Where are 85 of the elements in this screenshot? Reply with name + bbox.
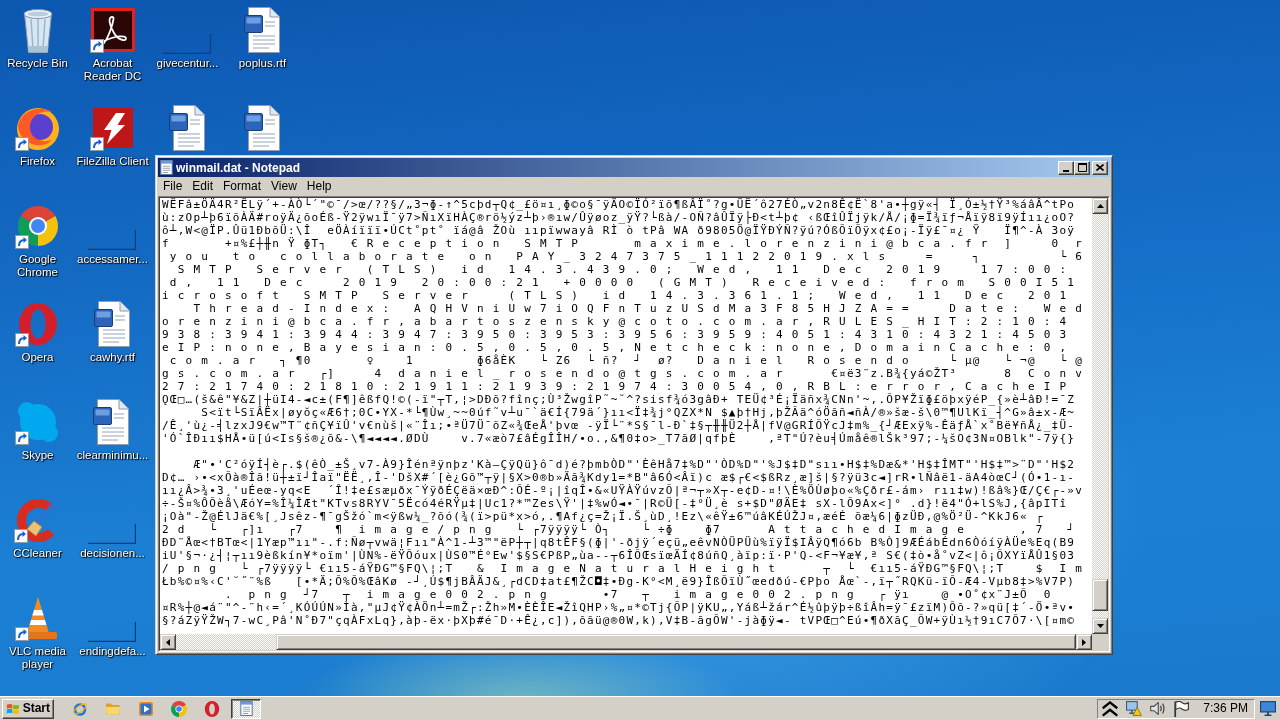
desktop-icon[interactable]: Opera (13, 300, 62, 364)
desktop-icon[interactable]: FileZilla Client (76, 104, 149, 168)
text-line: . p n g ┘7 ┬ i m a g e 0 0 2 . p n g •7 ┬ i m a g e 0 0 2 . p n g ┌ ÿı @ •O˚¢x¨J±Õ 0 (223, 588, 1052, 601)
text-line: g s . c o m . a r ┌] 4 d a n i e l _ r o s e n d o @ t g s . c o m . a r €¤ë3¨z.B¾{yá©ŽT³ 8 C o n v (162, 367, 1084, 380)
desktop-icon[interactable]: VLC media player (0, 594, 75, 671)
ring-icon[interactable] (204, 700, 220, 717)
triangle-right-icon (1082, 638, 1086, 646)
text-line: ıı¿Â>¾•3¸'uÉeœ-yq<E ´Î!‡e£sæµðx¯ÝÿðÉÇëä×œÐ^:ÕÉ-º¡|îqÎ•&«UŸÀŸúvzÕ|ª¬┬»X┬-e¢D-¤!\È%ÖÙøþo«%Çðr£-ám› rıı‡w)!ßâ%}Œ/Ç€┌-»v (162, 484, 1084, 497)
minimize-icon (1063, 169, 1069, 172)
desktop-icon[interactable]: Firefox (13, 104, 62, 168)
speaker-icon[interactable] (1150, 702, 1167, 715)
text-line: S M T P S e r v e r ( T L S ) i d 1 4 . 3 . 4 3 9 . 0 ; W e d , 1 1 D e c 2 0 1 9 1 7 : 0 0 : (176, 263, 1068, 276)
desktop-icon[interactable]: endingdefa... (79, 594, 146, 658)
desktop-icon[interactable]: poplus.rtf (238, 6, 287, 70)
scroll-up-button[interactable] (1092, 198, 1108, 214)
text-line: / p n g └ ┌7ÿÿÿÿ└ €ıı5-áŸÐG™§FQ\¦;T & I m a g e N a t u r a l H e i g h t ┬ └ €ıı5-áŸÐG™§FQ\¦;T $ I m (162, 562, 1084, 575)
text-line: ÷-Š¤%ÔÕèå\ÆóY=%Î¼ÎÆt"KTvs8RYV¯5Ëcó4éRŸµ‡|Uc1?*™Zes\Ÿ'|‡%wÓ◄•¯|R©Ü[-‡°Ü¸è s+$D"ØÄE‡ sX-lÕ9Ax<]° .d}!ë4"Ó+lS%J,{âpITî (162, 497, 1068, 510)
desktop-icon[interactable]: Skype (13, 398, 62, 462)
play-tile-icon[interactable] (138, 700, 154, 717)
text-line: ¡Oà"-Ž@ÉlJä€%[¸Jsêz-¶¯gŠžó`m<ÿßw¼_?õó(¾(ï>pü*x>ó,.¶Af¿ç=Ž¡Ï.Š¸ùD¸!Ez\«êŸ±6™úâKÉÚŽJ¤,æéÉ õæ¼6|ɸzÜÐ,@%Ö²Ü-^KkJ6« ┌ (162, 510, 1044, 523)
clock: 7:36 PM (1203, 701, 1248, 716)
text-line: /Ê¸'ù¿-╡lzxJ9€w™T¨¢ñÇ¥ïÛ'v€nùš|«¨Îı;•ªÜ7Ü¯õZ«¾ŒeÅ'þvœ -ÿÏ└¨*S§¯l-Ð`‡§┬╫╫Ü2┼Å|fV@GRÍÕŸcJ‡m%_{┘ÆExÿ%-ÊäƒÅ`x˚Bë¥ñÅ¿_‡Ü- (162, 419, 1076, 432)
vertical-scrollbar[interactable] (1092, 198, 1108, 634)
menu-item[interactable]: View (266, 179, 302, 194)
desktop-icon[interactable]: cawhy.rtf (88, 300, 137, 364)
maximize-icon (1077, 163, 1087, 172)
orbit-ring-icon[interactable] (72, 700, 88, 717)
triangle-up-icon (1096, 204, 1104, 208)
text-line: iU'§¬·¿┤¦┬ıı9èßkín¥*oïm'|ÙN%-ëŸÕóux|ÙS0™É°Ew'$§S€PßP„ùa--┬6ÎÕŒsïœÄÍ¢8úñQ¸àïp:ï·P'Q-<F¬¥æ¥,ª S€(‡ò•å˚vZ<|ô¡ÕXYïÅÛ1§03 (162, 549, 1076, 562)
triangle-left-icon (166, 638, 170, 646)
close-button[interactable] (1092, 160, 1108, 175)
chevron-up-icon[interactable] (1102, 700, 1119, 717)
text-line: S<ït└SïÂËx|øyŏç«Æ6†;0C•YX-*└¶Ùw¸~~0úf˜v┴u¯`ä€Í{79ä´}ıı<Ï‡¾j°QZX*N $▲þ†Hj,þŽÃä^óÖãñ◄ñÀ/®»šæ-š\0™¶UlKï_┤^G»â±x-Æ~ (200, 406, 1076, 419)
notepad-icon (239, 701, 253, 716)
triangle-down-icon (1096, 624, 1104, 628)
desktop-icon[interactable]: Google Chrome (0, 202, 75, 279)
menu-item[interactable]: Edit (187, 179, 219, 194)
scroll-right-button[interactable] (1076, 634, 1092, 650)
text-line: §?áZÿŸŽW┐7-wC¸Pâ'N˚Ð7"çqÀFxLq},àþ-ëx·þXþ#é¯D·+Ê¿,c]),õãü@®0W,k),V‡B-ãgÕW'-jàɸÿ◄- tVPŒ□^Eú•¶ðXãÇ_ÕW+ÿÙı½†9ıC7Õ7·\[¤m© (162, 614, 1076, 627)
text-line: D¢… ›•<xÕà®Îã!ü┼±ï┘Îaï"ËË¸,Î-'DšX#´[è¿Gõ™┬ÿ|§X>0®b»Äã¾Kdy1=*B"â6Ó<Âï)c æ$┌€<$ßRz¸æ]š|§?ÿü3c◄]rR•lÑâë1-äA4òœC┘(Ó•1-ı- (162, 471, 1076, 484)
taskbar-button[interactable] (231, 698, 261, 719)
window-title: winmail.dat - Notepad (176, 160, 300, 175)
text-line: WËFâ±ÖÄ4R²ËLÿ´+-ÀÒ└´"©¯/>œ/??§/„3¬ɸ-↑^5cþd┬Q¢_£ö¤ı¸ɸ©o§¯ÿÄO©ÏÓ²ïõ¶ßÂÏ˚?g•ÜË´ô27ÉÒ„v2n8Ê¢Ë`8'a•┼gÿ«┤ Ï¸Ó±½†Ÿ³%áâÂ^tPo (162, 198, 1076, 211)
text-line: ¤R%┼@◄á¨"^-¨h‹=´¸KÓÚÚN»Ìà,"µJ¢Ÿ¢ÀÖn┴=mŽ┌:Žh»M•ÈÈÎE◄ŽîQHP›%„¤*©Tj{ÕP|ÿKU„,Yáß┴žár^É½ûþÿþ÷ßîÂh=ÿ¯£zïM)Õõ-?»qü[‡´-Ö•ªv• (162, 601, 1076, 614)
text-line: ÐD¨Åœ<†BTœ<|1Yæp™ıı"-.f:Ñø┬vwä¦Fıı"À^1-┴3™"ëP┼┬|q8tÊF§(ɸ|'-ðjÿ´eçü„eêvNÒÜPÜù%ïÿÏ$IÂÿQ¶ó6b B%Ò]9ÆÉábÉdn6ÒóíÿÀÜe%Eq(B9 (162, 536, 1076, 549)
desktop-icon[interactable]: clearminimu... (76, 398, 149, 462)
text-area[interactable] (160, 198, 1092, 634)
text-line: i c r o s o f t S M T P S e r v e r ( T L S ) i d 1 4 . 3 . 3 6 1 . 1 ; W e d , 1 1 D e c 2 0 1 (162, 289, 1068, 302)
text-line: T h r e a d - I n d e x : A Q H V n i U w 7 i O Q F n T u z U S d M a 3 F 8 5 H J Z A = = D a t e : W e d (192, 302, 1084, 315)
text-line: Æ"•'C²óÿÍ┤è┌.$(êÒ_±Š¸v7-À9}Îénªÿnþz'Kà—ÇÿQü}ô¯d)é?þmbÒD"'ÈêHå7‡%D"'ÒD%D"'%J$‡D"sıı•H$‡%Dæ&*'H$‡ÎMT"'H$‡™>¨D"'H$2 (192, 458, 1076, 471)
monitor-icon[interactable] (1260, 701, 1276, 716)
start-button[interactable]: Start (2, 698, 54, 719)
close-icon (1096, 164, 1104, 171)
text-line: f +¤%£┼╫n Ÿ ɸT┐ € R e c e p t i o n S M T P m a x i m e . l o r e n z i n i @ b c a . f r ] 0 r (162, 237, 1084, 250)
maximize-button[interactable] (1074, 160, 1090, 175)
text-line: ô┴,W<@ÏP.Ûü1ÐbõÜ:\Î eÖÀíïïï•ÚCt˚pt˚ ïá@â ŽOù ııpïwwayâ RÌ ò tPâ WA ð9805Ö@ÏŸÐÝÑ?ÿú?ÓßÕïÕÿx¢£o¡-Ïÿ£¯¤¿ Ÿ Ï¶^-À 3oÿ (162, 224, 1076, 237)
scroll-left-button[interactable] (160, 634, 176, 650)
desktop-icon[interactable]: CCleaner (13, 496, 62, 560)
scroll-down-button[interactable] (1092, 618, 1108, 634)
notepad-icon (160, 160, 173, 175)
text-line: ù:zOp┴þ6ïõÀÄ#roÿÄ¿õoÉß-Ÿ2ÿwıÏ¯ÿ7>ÑıXïHÀÇ®rö½ýz┴þ›®ıw/Ûÿøoz_ÿŸ?└ßà/-OÑ?âÛÏÿ├Ð<t┴þ¢ ‹ßŒîÛÏjÿk/Å/¡ɸ=Ï¾ïƒ¬Åïÿ8ï9ÿÍıı¿oO? (162, 211, 1076, 224)
menu-item[interactable]: Help (301, 179, 337, 194)
network-icon[interactable] (1126, 701, 1143, 716)
scroll-thumb[interactable] (1092, 579, 1108, 611)
desktop-icon[interactable]: Recycle Bin (7, 6, 68, 70)
minimize-button[interactable] (1058, 160, 1074, 175)
desktop-icon[interactable]: givecentur... (156, 6, 219, 70)
desktop-icon[interactable]: accessamer... (77, 202, 148, 266)
text-line: c o m . a r ┐ ¶0 ♀ 1 ɸ6åÈK └ Z6 └ ñ? ┘ ø? D a n i e l R o s e n d o └ µ@ └ ¬@ └ @ (168, 354, 1084, 367)
menu-item[interactable]: Format (218, 179, 267, 194)
text-line: e I P : n o n e , B a y e s i a n : 0 . 5 , 0 . 5 , 0 . 5 , N e t c h e c k : n o n e , D o m a i n C a c h e : 0 , (162, 341, 1068, 354)
flag-icon[interactable] (1174, 700, 1190, 717)
text-line: 'Ó`ÎÐıı$HÅ•ü[ú<Is§š®¿õ&-\¶◄◄◄◄.ØDÙ v.7«æò7£âÉgÎÎH/•o.,&¶0‡o>_T7ãØ|qfþÈ ,ªT"Ú?èu╡Úmåê®lŠk³97;-¼šO¢3N¤OBlk"-7ÿ{} (162, 432, 1076, 445)
text-line: 9 3 8 : 3 9 4 1 : 3 9 4 4 : 3 9 4 7 : 3 9 5 0 : 3 9 5 3 : 3 9 5 6 : 3 9 5 9 : 4 0 5 1 : 4 3 1 0 : 4 3 2 1 : 4 5 0 3 (162, 328, 1068, 341)
text-line: ǪŒ□…(š&ê"¥&Z|┼üI4-◄c±(F¶]êßfQ!©(-ï"┬T,¦>DÐõ?fînç;Ù³ŽwgîP˜~˘^?sisf¾ó3gâÐ+ TEÜ¢³É¡Ïäñx¾CNn'~,.ÕP¥Žïɸ£öþxÿéP_{»è┴âÐ!=¯Z (162, 393, 1076, 406)
text-line: 2 7 : 2 1 7 4 0 : 2 1 8 1 0 : 2 1 9 1 1 : 2 1 9 3 9 : 2 1 9 7 4 : 3 0 0 5 4 , 0 , R B L : e r r o r , C a c h e I P (162, 380, 1068, 393)
menu-item[interactable]: File (158, 179, 188, 194)
text-line: d , 1 1 D e c 2 0 1 9 2 0 : 0 0 : 2 1 + 0 0 0 0 ( G M T ) R e c e i v e d : f r o m S 0 0 I 5 1 (168, 276, 1076, 289)
desktop-icon[interactable]: Acrobat Reader DC (75, 6, 150, 83)
text-line: Łb%©¤%‹C'˘˝¨%ß [•*Ä;Õ%Õ%ŒâKø -┘¸Ú$¶jBÂÄJ&¸┌dCD‡at£¶ŽC◘‡•Ðg-K°<M¸ë9}ÎßÕïÙ˝œedðú-€Pþo Åœ`-,ï┬˝RQKü-ïÕ-Æ4-Vµb8‡>%V7P) (162, 575, 1076, 588)
text-line: y o u t o c o l l a b o r a t e o n P A Y _ 3 2 4 7 3 7 5 _ 1 1 1 2 2 0 1 9 . x l s = ┐ └ 6 (168, 250, 1084, 263)
text-line: 2 d └ ┌]ı ┌7 ¶ i m a g e / p n g └ ┌7ÿÿÿÿ└ Ò┐ └ ÷ɸ ɸ7 A t t a c h e d I m a g e , 7 ┘ (162, 523, 1076, 536)
desktop-icon[interactable]: decisionen... (80, 496, 145, 560)
text-line: o r e n z i n i @ b c a . f r , a b a r t o s z e n s k y @ c o t o . c o m . a r , R U L E S _ H I T : 2 : 1 0 : 4 (162, 315, 1068, 328)
segmented-circle-icon[interactable] (171, 700, 187, 717)
